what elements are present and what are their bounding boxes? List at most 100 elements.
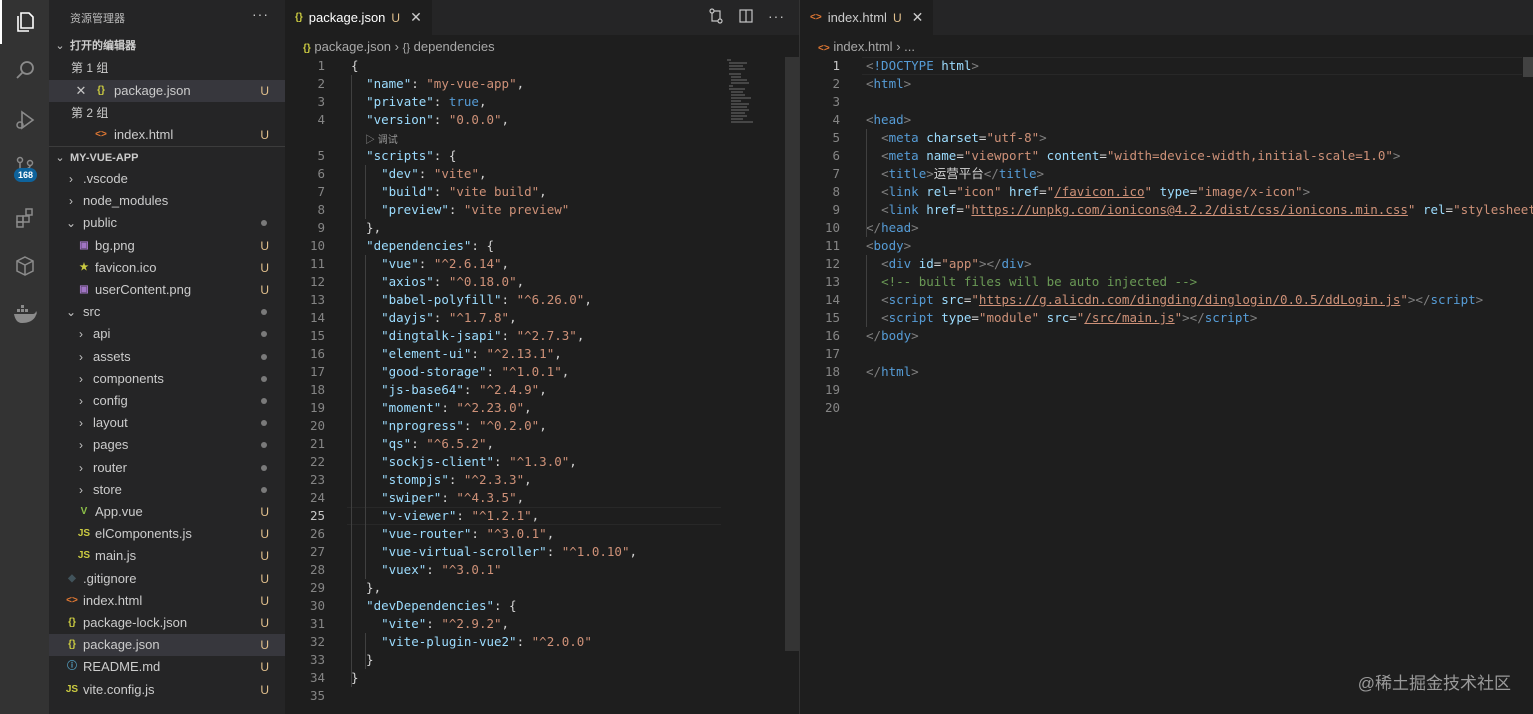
- extensions-icon[interactable]: [0, 196, 49, 240]
- tree-folder[interactable]: › router: [49, 457, 285, 479]
- open-editors-group-2[interactable]: 第 2 组: [49, 102, 285, 124]
- tree-folder[interactable]: › config: [49, 390, 285, 412]
- tab-package-json[interactable]: {} package.json U ✕: [285, 0, 432, 35]
- line-text: "babel-polyfill": "^6.26.0",: [381, 292, 592, 307]
- tree-file[interactable]: ▣ bg.png U: [49, 235, 285, 257]
- line-text: "version": "0.0.0",: [366, 112, 510, 127]
- tree-file[interactable]: ★ favicon.ico U: [49, 257, 285, 279]
- chevron-right-icon: ›: [79, 482, 83, 497]
- line-number: 7: [832, 166, 840, 181]
- remote-explorer-icon[interactable]: [0, 244, 49, 288]
- tree-file[interactable]: V App.vue U: [49, 501, 285, 523]
- js-file-icon: JS: [65, 683, 79, 695]
- open-editor-index-html[interactable]: <> index.html U: [49, 124, 285, 146]
- vertical-scrollbar[interactable]: [1523, 57, 1533, 77]
- open-editors-group-1[interactable]: 第 1 组: [49, 57, 285, 79]
- tree-file[interactable]: JS main.js U: [49, 545, 285, 567]
- tree-item-label: config: [93, 393, 128, 408]
- line-text: <head>: [866, 112, 912, 127]
- line-number: 9: [317, 220, 325, 235]
- tree-folder[interactable]: › node_modules: [49, 190, 285, 212]
- tree-file[interactable]: JS vite.config.js U: [49, 679, 285, 701]
- more-actions-icon[interactable]: ···: [768, 8, 785, 27]
- tree-file[interactable]: ⓘ README.md U: [49, 656, 285, 678]
- breadcrumb-symbol[interactable]: dependencies: [414, 39, 495, 54]
- line-text: "private": true,: [366, 94, 487, 109]
- close-icon[interactable]: ✕: [410, 9, 422, 26]
- tree-item-label: api: [93, 326, 111, 342]
- json-file-icon: {}: [68, 639, 76, 651]
- image-file-icon: ▣: [79, 284, 89, 295]
- line-text: "dayjs": "^1.7.8",: [381, 310, 517, 325]
- close-icon[interactable]: ✕: [75, 80, 87, 102]
- more-actions-icon[interactable]: ···: [252, 6, 269, 22]
- git-file-icon: ◆: [68, 572, 76, 584]
- breadcrumb-file[interactable]: package.json: [314, 39, 391, 54]
- line-text: "qs": "^6.5.2",: [381, 436, 495, 451]
- tree-item-label: router: [93, 459, 127, 475]
- json-file-icon: {}: [68, 617, 76, 628]
- breadcrumb-rest[interactable]: ...: [904, 39, 915, 54]
- line-text: "vite": "^2.9.2",: [381, 616, 510, 631]
- files-icon[interactable]: [0, 0, 49, 44]
- tree-folder[interactable]: › assets: [49, 346, 285, 368]
- line-number: 6: [317, 166, 325, 181]
- chevron-right-icon: ›: [79, 438, 83, 453]
- source-control-icon[interactable]: [0, 145, 49, 189]
- json-file-icon: {}: [303, 43, 311, 54]
- line-number: 15: [309, 328, 325, 343]
- breadcrumb-file[interactable]: index.html: [833, 39, 892, 54]
- tree-folder[interactable]: › layout: [49, 412, 285, 434]
- tree-file[interactable]: ▣ userContent.png U: [49, 279, 285, 301]
- modified-dot: [261, 464, 267, 471]
- js-file-icon: JS: [77, 550, 91, 562]
- run-debug-icon[interactable]: [0, 98, 49, 142]
- tree-file[interactable]: {} package.json U: [49, 634, 285, 657]
- open-editor-package-json[interactable]: ✕ {} package.json U: [49, 80, 285, 102]
- line-number: 32: [309, 634, 325, 649]
- line-number: 6: [832, 148, 840, 163]
- line-number: 21: [309, 436, 325, 451]
- tree-file[interactable]: ◆ .gitignore U: [49, 568, 285, 590]
- tree-folder[interactable]: › .vscode: [49, 168, 285, 190]
- tree-file[interactable]: {} package-lock.json U: [49, 612, 285, 634]
- minimap[interactable]: [725, 57, 785, 127]
- search-icon[interactable]: [0, 48, 49, 92]
- untracked-badge: U: [260, 638, 269, 653]
- open-editors-header[interactable]: ⌄ 打开的编辑器: [49, 35, 285, 57]
- line-text: "build": "vite build",: [381, 184, 547, 199]
- tree-folder[interactable]: › components: [49, 368, 285, 390]
- line-text: <link href="https://unpkg.com/ionicons@4…: [881, 202, 1533, 217]
- open-changes-icon[interactable]: [708, 8, 724, 27]
- chevron-down-icon: ⌄: [55, 152, 65, 164]
- debug-codelens[interactable]: ▷ 调试: [365, 131, 398, 146]
- tree-file[interactable]: JS elComponents.js U: [49, 523, 285, 545]
- tree-item-label: public: [83, 215, 117, 231]
- split-editor-icon[interactable]: [738, 8, 754, 27]
- chevron-right-icon: ›: [79, 371, 83, 386]
- close-icon[interactable]: ✕: [912, 9, 924, 26]
- line-text: "vue": "^2.6.14",: [381, 256, 510, 271]
- tab-index-html[interactable]: <> index.html U ✕: [800, 0, 934, 35]
- tree-folder[interactable]: ⌄ public: [49, 212, 285, 234]
- tree-file[interactable]: <> index.html U: [49, 590, 285, 612]
- tree-item-label: store: [93, 481, 122, 497]
- tree-item-label: vite.config.js: [83, 681, 155, 697]
- line-text: "vuex": "^3.0.1": [381, 562, 502, 577]
- line-number: 3: [317, 94, 325, 109]
- tree-folder[interactable]: › api: [49, 323, 285, 345]
- tab-label: index.html: [827, 10, 887, 25]
- docker-icon[interactable]: [0, 292, 49, 336]
- tree-folder[interactable]: › pages: [49, 434, 285, 456]
- tree-folder[interactable]: ⌄ src: [49, 301, 285, 323]
- tree-folder[interactable]: › store: [49, 479, 285, 501]
- line-text: <script type="module" src="/src/main.js"…: [881, 310, 1258, 325]
- untracked-badge: U: [391, 10, 401, 25]
- project-header[interactable]: ⌄ MY-VUE-APP: [49, 146, 285, 169]
- line-text: <title>运营平台</title>: [881, 166, 1045, 181]
- indent-guide: [365, 633, 366, 669]
- line-text: "vue-router": "^3.0.1",: [381, 526, 555, 541]
- vertical-scrollbar[interactable]: [785, 57, 799, 651]
- line-text: </body>: [866, 328, 919, 343]
- line-number: 19: [824, 382, 840, 397]
